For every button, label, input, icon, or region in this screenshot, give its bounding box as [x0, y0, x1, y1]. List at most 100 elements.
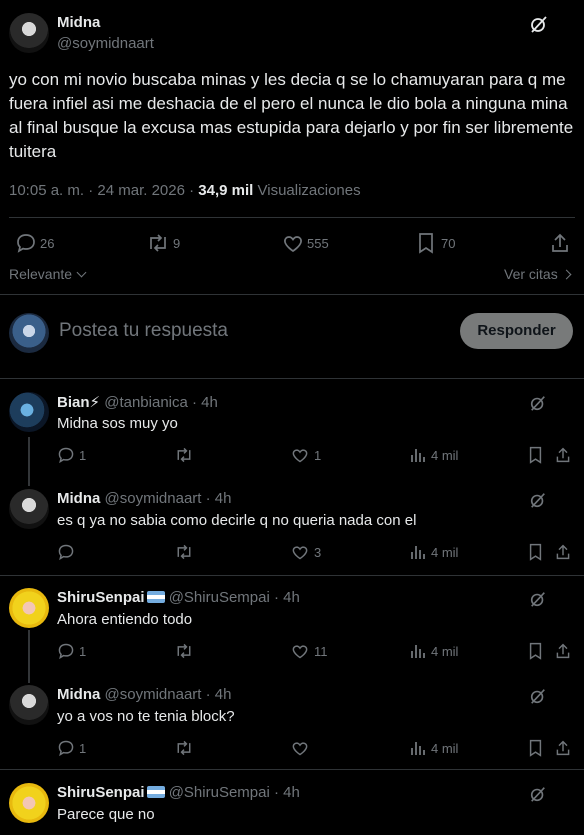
- reply-author-handle[interactable]: @tanbianica: [104, 394, 188, 411]
- bookmark-icon[interactable]: [417, 232, 435, 254]
- like-count: 555: [307, 236, 329, 251]
- reply-view-count: 4 mil: [431, 545, 459, 560]
- reply-time[interactable]: · 4h: [206, 686, 232, 703]
- share-icon[interactable]: [555, 642, 571, 660]
- reply-text: Parece que no: [57, 806, 155, 823]
- reply-item[interactable]: Midna @soymidnaart · 4h yo a vos no te t…: [0, 685, 584, 775]
- reply-composer-input[interactable]: Postea tu respuesta: [59, 320, 228, 342]
- reply-author-handle[interactable]: @soymidnaart: [105, 490, 202, 507]
- reply-icon[interactable]: [15, 232, 37, 254]
- reply-author-handle[interactable]: @soymidnaart: [105, 686, 202, 703]
- bookmark-count: 70: [441, 236, 456, 251]
- reply-time[interactable]: · 4h: [274, 784, 300, 801]
- divider: [0, 769, 584, 770]
- grok-icon[interactable]: [529, 590, 547, 608]
- grok-icon[interactable]: [529, 785, 547, 803]
- grok-icon[interactable]: [529, 394, 547, 412]
- share-icon[interactable]: [555, 739, 571, 757]
- reply-time[interactable]: · 4h: [206, 490, 232, 507]
- reply-header: Bian⚡ @tanbianica · 4h: [57, 393, 218, 411]
- share-icon[interactable]: [555, 446, 571, 464]
- sort-dropdown[interactable]: Relevante: [9, 266, 87, 282]
- reply-reply-count: 1: [79, 644, 87, 659]
- heart-icon[interactable]: [291, 543, 309, 561]
- reply-button[interactable]: Responder: [460, 313, 573, 349]
- reply-item[interactable]: Midna @soymidnaart · 4h es q ya no sabia…: [0, 489, 584, 579]
- reply-like-count: 1: [314, 448, 322, 463]
- reply-avatar[interactable]: [9, 588, 49, 628]
- reply-view-count: 4 mil: [431, 448, 459, 463]
- reply-avatar[interactable]: [9, 392, 49, 432]
- post-time[interactable]: 10:05 a. m. · 24 mar. 2026 ·: [9, 182, 194, 199]
- reply-time[interactable]: · 4h: [192, 394, 218, 411]
- reply-text: yo a vos no te tenia block?: [57, 708, 235, 725]
- argentina-flag-icon: [146, 591, 165, 603]
- repost-icon[interactable]: [174, 543, 194, 561]
- reply-author-name[interactable]: ShiruSenpai: [57, 784, 145, 801]
- reply-author-handle[interactable]: @ShiruSempai: [169, 589, 270, 606]
- repost-icon[interactable]: [174, 642, 194, 660]
- reply-icon[interactable]: [57, 446, 75, 464]
- reply-avatar[interactable]: [9, 685, 49, 725]
- views-count: 34,9 mil: [198, 182, 254, 199]
- divider: [9, 217, 575, 218]
- repost-icon[interactable]: [146, 232, 170, 254]
- author-handle[interactable]: @soymidnaart: [57, 35, 154, 52]
- bookmark-icon[interactable]: [528, 446, 543, 464]
- reply-icon[interactable]: [57, 739, 75, 757]
- heart-icon[interactable]: [291, 446, 309, 464]
- repost-count: 9: [173, 236, 181, 251]
- grok-icon[interactable]: [529, 687, 547, 705]
- reply-icon[interactable]: [57, 543, 75, 561]
- divider: [0, 575, 584, 576]
- post-meta: 10:05 a. m. · 24 mar. 2026 · 34,9 mil Vi…: [9, 182, 361, 199]
- chevron-right-icon: [561, 269, 572, 280]
- repost-icon[interactable]: [174, 446, 194, 464]
- author-avatar[interactable]: [9, 13, 49, 53]
- author-name[interactable]: Midna: [57, 14, 100, 31]
- sort-label: Relevante: [9, 266, 73, 282]
- share-icon[interactable]: [550, 232, 570, 254]
- reply-text: Ahora entiendo todo: [57, 611, 193, 628]
- reply-item[interactable]: ShiruSenpai @ShiruSempai · 4h Ahora enti…: [0, 588, 584, 678]
- repost-icon[interactable]: [174, 739, 194, 757]
- reply-header: Midna @soymidnaart · 4h: [57, 490, 231, 507]
- reply-count: 26: [40, 236, 55, 251]
- reply-time[interactable]: · 4h: [274, 589, 300, 606]
- reply-item[interactable]: ShiruSenpai @ShiruSempai · 4h Parece que…: [0, 783, 584, 835]
- views-icon[interactable]: [410, 739, 426, 757]
- reply-author-name[interactable]: ShiruSenpai: [57, 589, 145, 606]
- views-icon[interactable]: [410, 543, 426, 561]
- bookmark-icon[interactable]: [528, 739, 543, 757]
- reply-view-count: 4 mil: [431, 644, 459, 659]
- bookmark-icon[interactable]: [528, 543, 543, 561]
- reply-item[interactable]: Bian⚡ @tanbianica · 4h Midna sos muy yo …: [0, 392, 584, 482]
- divider: [0, 294, 584, 295]
- view-quotes-link[interactable]: Ver citas: [504, 266, 572, 282]
- argentina-flag-icon: [146, 786, 165, 798]
- views-icon[interactable]: [410, 446, 426, 464]
- current-user-avatar[interactable]: [9, 313, 49, 353]
- reply-header: ShiruSenpai @ShiruSempai · 4h: [57, 589, 300, 606]
- views-icon[interactable]: [410, 642, 426, 660]
- chevron-down-icon: [76, 267, 87, 278]
- reply-author-name[interactable]: Midna: [57, 686, 100, 703]
- divider: [0, 378, 584, 379]
- reply-author-name[interactable]: Midna: [57, 490, 100, 507]
- share-icon[interactable]: [555, 543, 571, 561]
- view-quotes-label: Ver citas: [504, 266, 558, 282]
- heart-icon[interactable]: [282, 232, 304, 254]
- reply-avatar[interactable]: [9, 489, 49, 529]
- reply-text: es q ya no sabia como decirle q no queri…: [57, 512, 417, 529]
- reply-author-handle[interactable]: @ShiruSempai: [169, 784, 270, 801]
- reply-author-name[interactable]: Bian⚡: [57, 394, 100, 411]
- heart-icon[interactable]: [291, 642, 309, 660]
- reply-avatar[interactable]: [9, 783, 49, 823]
- bookmark-icon[interactable]: [528, 642, 543, 660]
- reply-like-count: 11: [314, 644, 328, 659]
- heart-icon[interactable]: [291, 739, 309, 757]
- grok-icon[interactable]: [529, 491, 547, 509]
- reply-icon[interactable]: [57, 642, 75, 660]
- grok-icon[interactable]: [529, 14, 549, 34]
- reply-text: Midna sos muy yo: [57, 415, 178, 432]
